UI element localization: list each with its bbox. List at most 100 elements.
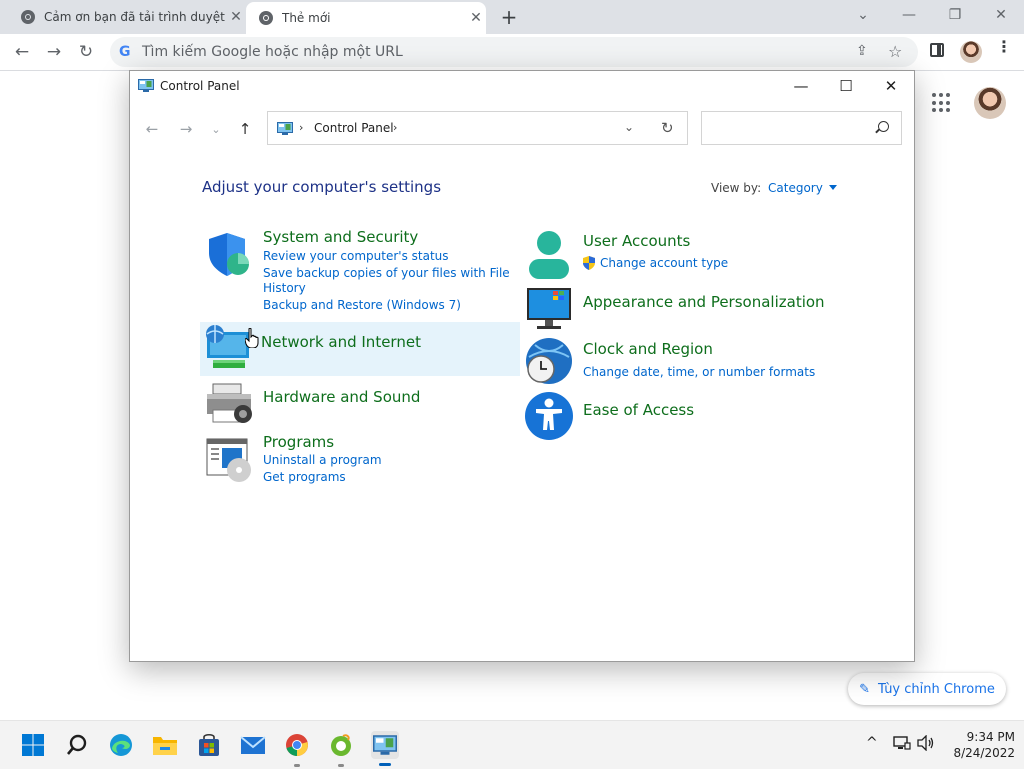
- restore-button[interactable]: ❐: [932, 0, 978, 30]
- dropdown-caret-icon: [828, 185, 837, 190]
- profile-avatar[interactable]: [960, 41, 982, 63]
- clock-date: 8/24/2022: [953, 746, 1015, 760]
- link-save-backup[interactable]: Save backup copies of your files with Fi…: [263, 266, 510, 281]
- running-indicator: [294, 764, 300, 767]
- running-indicator: [338, 764, 344, 767]
- category-title[interactable]: Clock and Region: [583, 340, 713, 358]
- network-icon: [206, 325, 249, 368]
- hand-cursor-icon: [245, 328, 259, 348]
- link-get-programs[interactable]: Get programs: [263, 470, 346, 485]
- programs-icon: [206, 438, 251, 482]
- uac-shield-icon: [582, 255, 596, 270]
- system-clock[interactable]: 9:34 PM 8/24/2022: [943, 729, 1015, 761]
- address-bar[interactable]: › Control Panel › ⌄ ↻: [267, 111, 688, 145]
- omnibox[interactable]: G Tìm kiếm Google hoặc nhập một URL ⇪ ☆: [110, 37, 918, 67]
- up-button[interactable]: ↑: [234, 118, 256, 140]
- search-control-panel-input[interactable]: [701, 111, 902, 145]
- view-by-dropdown[interactable]: Category: [768, 181, 837, 195]
- view-by-value: Category: [768, 181, 823, 195]
- tab-new-tab[interactable]: Thẻ mới ✕: [246, 2, 486, 34]
- clock-time: 9:34 PM: [966, 730, 1015, 744]
- close-tab-icon[interactable]: ✕: [466, 8, 486, 28]
- refresh-icon[interactable]: ↻: [661, 119, 674, 137]
- search-icon: [878, 121, 889, 132]
- close-button[interactable]: ✕: [868, 71, 914, 101]
- minimize-button[interactable]: —: [778, 71, 824, 101]
- accessibility-icon: [525, 392, 573, 440]
- store-icon[interactable]: [195, 731, 223, 759]
- menu-kebab-icon[interactable]: ⋮: [996, 39, 1012, 55]
- control-panel-icon: [138, 79, 154, 92]
- windows-start-icon[interactable]: [19, 731, 47, 759]
- side-panel-icon[interactable]: [930, 43, 944, 57]
- chrome-favicon-icon: [20, 9, 36, 25]
- customize-chrome-button[interactable]: ✎ Tùy chỉnh Chrome: [848, 673, 1006, 705]
- link-change-date-formats[interactable]: Change date, time, or number formats: [583, 365, 815, 380]
- close-window-button[interactable]: ✕: [978, 0, 1024, 30]
- back-button[interactable]: ←: [141, 118, 163, 140]
- forward-button[interactable]: →: [40, 38, 68, 66]
- breadcrumb-control-panel[interactable]: Control Panel: [314, 121, 394, 135]
- link-change-account-type[interactable]: Change account type: [600, 256, 728, 271]
- search-tabs-button[interactable]: ⌄: [840, 0, 886, 30]
- search-icon[interactable]: [63, 731, 91, 759]
- title-bar[interactable]: Control Panel — ☐ ✕: [130, 71, 914, 103]
- file-explorer-icon[interactable]: [151, 731, 179, 759]
- customize-chrome-label: Tùy chỉnh Chrome: [878, 681, 995, 697]
- control-panel-icon[interactable]: [371, 731, 399, 759]
- coccoc-icon[interactable]: [327, 731, 355, 759]
- view-by-label: View by:: [711, 181, 762, 195]
- network-tray-icon[interactable]: [893, 735, 911, 755]
- reload-button[interactable]: ↻: [72, 38, 100, 66]
- pencil-icon: ✎: [859, 681, 871, 697]
- link-uninstall-program[interactable]: Uninstall a program: [263, 453, 382, 468]
- tab-strip: Cảm ơn bạn đã tải trình duyệt Ch ✕ Thẻ m…: [0, 0, 1024, 34]
- account-avatar[interactable]: [974, 87, 1006, 119]
- category-title[interactable]: Appearance and Personalization: [583, 293, 825, 311]
- bookmark-star-icon[interactable]: ☆: [888, 42, 902, 61]
- tab-title: Thẻ mới: [282, 11, 331, 25]
- link-review-status[interactable]: Review your computer's status: [263, 249, 449, 264]
- window-title: Control Panel: [160, 79, 240, 93]
- chrome-favicon-icon: [258, 10, 274, 26]
- tab-title: Cảm ơn bạn đã tải trình duyệt Ch: [44, 10, 226, 24]
- shield-icon: [209, 233, 249, 276]
- printer-icon: [207, 383, 252, 423]
- forward-button[interactable]: →: [175, 118, 197, 140]
- taskbar: ^ 9:34 PM 8/24/2022: [0, 720, 1024, 769]
- edge-icon[interactable]: [107, 731, 135, 759]
- link-save-backup-cont[interactable]: History: [263, 281, 306, 296]
- monitor-icon: [527, 288, 571, 329]
- page-heading: Adjust your computer's settings: [202, 178, 442, 196]
- breadcrumb-separator[interactable]: ›: [393, 121, 397, 134]
- omnibox-placeholder: Tìm kiếm Google hoặc nhập một URL: [142, 44, 403, 60]
- tab-thank-you[interactable]: Cảm ơn bạn đã tải trình duyệt Ch ✕: [10, 0, 246, 34]
- clock-globe-icon: [526, 338, 572, 384]
- back-button[interactable]: ←: [8, 38, 36, 66]
- recent-locations-button[interactable]: ⌄: [205, 118, 227, 140]
- share-icon[interactable]: ⇪: [856, 43, 868, 59]
- category-title[interactable]: Network and Internet: [261, 333, 421, 351]
- category-title[interactable]: Hardware and Sound: [263, 388, 420, 406]
- tray-chevron-icon[interactable]: ^: [866, 735, 878, 751]
- mail-icon[interactable]: [239, 731, 267, 759]
- category-title[interactable]: System and Security: [263, 228, 418, 246]
- google-apps-icon[interactable]: [932, 93, 952, 113]
- maximize-button[interactable]: ☐: [823, 71, 869, 101]
- category-title[interactable]: User Accounts: [583, 232, 690, 250]
- user-icon: [529, 231, 569, 279]
- link-backup-restore[interactable]: Backup and Restore (Windows 7): [263, 298, 461, 313]
- address-dropdown-icon[interactable]: ⌄: [624, 120, 634, 134]
- google-icon: G: [119, 44, 131, 60]
- control-panel-icon: [277, 122, 293, 135]
- volume-icon[interactable]: [917, 734, 935, 755]
- control-panel-window: Control Panel — ☐ ✕ ← → ⌄ ↑ › Control Pa…: [129, 70, 915, 662]
- new-tab-button[interactable]: +: [498, 5, 520, 29]
- close-tab-icon[interactable]: ✕: [226, 7, 246, 27]
- browser-toolbar: ← → ↻ G Tìm kiếm Google hoặc nhập một UR…: [0, 34, 1024, 71]
- category-title[interactable]: Programs: [263, 433, 334, 451]
- breadcrumb-separator[interactable]: ›: [299, 121, 303, 134]
- category-title[interactable]: Ease of Access: [583, 401, 694, 419]
- chrome-icon[interactable]: [283, 731, 311, 759]
- minimize-button[interactable]: —: [886, 0, 932, 30]
